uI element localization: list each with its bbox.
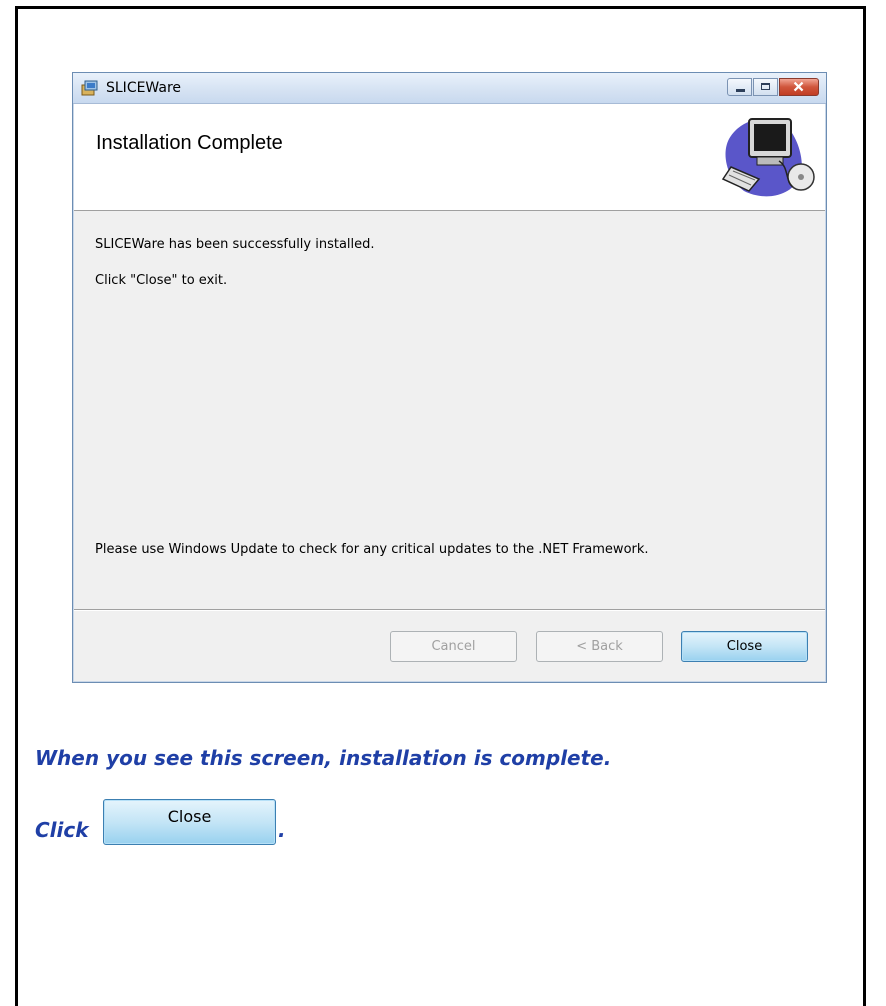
window-title: SLICEWare [106, 80, 182, 96]
close-icon [793, 81, 804, 92]
installed-message: SLICEWare has been successfully installe… [95, 237, 375, 252]
caption-buttons [726, 78, 819, 98]
back-button[interactable]: < Back [536, 631, 663, 662]
instruction-text: When you see this screen, installation i… [35, 746, 612, 770]
cancel-button[interactable]: Cancel [390, 631, 517, 662]
title-bar[interactable]: SLICEWare [73, 73, 826, 104]
header-band: Installation Complete [74, 104, 825, 211]
close-button[interactable]: Close [681, 631, 808, 662]
computer-icon [721, 118, 815, 197]
maximize-icon [761, 83, 770, 90]
page-title: Installation Complete [96, 132, 283, 154]
maximize-button[interactable] [753, 78, 778, 96]
installer-app-icon [81, 80, 98, 96]
close-window-button[interactable] [779, 78, 819, 96]
footer-separator [74, 609, 825, 611]
minimize-button[interactable] [727, 78, 752, 96]
minimize-icon [736, 89, 745, 92]
click-close-message: Click "Close" to exit. [95, 273, 228, 288]
click-prefix-text: Click [35, 818, 89, 842]
instruction-period: . [278, 818, 286, 842]
inline-close-button-image: Close [103, 799, 276, 845]
installer-window: SLICEWare Installation Complete SLICEWar… [72, 72, 827, 683]
update-message: Please use Windows Update to check for a… [95, 542, 649, 557]
